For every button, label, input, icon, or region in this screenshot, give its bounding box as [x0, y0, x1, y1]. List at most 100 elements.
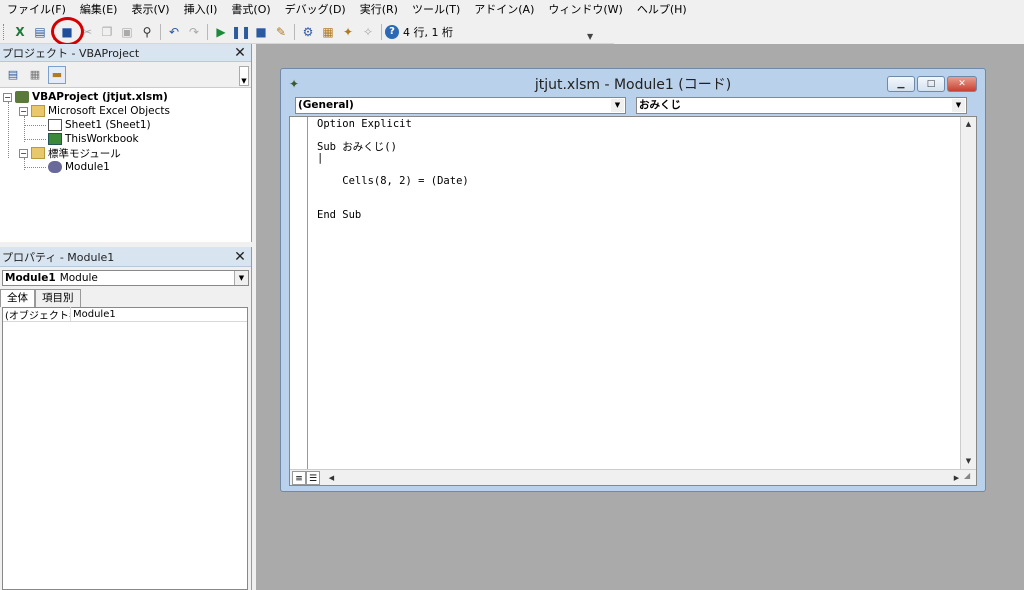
- object-selector-type: Module: [59, 272, 98, 284]
- tree-label-thisworkbook: ThisWorkbook: [65, 133, 139, 145]
- tab-categorized[interactable]: 項目別: [35, 289, 81, 307]
- code-window-titlebar[interactable]: ✦ jtjut.xlsm - Module1 (コード) ▁ □ ✕: [281, 69, 985, 99]
- toolbar-separator: [294, 23, 295, 40]
- undo-icon[interactable]: ↶: [164, 22, 184, 42]
- copy-icon[interactable]: ❐: [97, 22, 117, 42]
- code-selectors: (General) ▼ おみくじ ▼: [295, 97, 967, 114]
- minimize-icon[interactable]: ▁: [887, 76, 915, 92]
- code-window-title: jtjut.xlsm - Module1 (コード): [534, 77, 732, 93]
- scroll-right-icon[interactable]: ▶: [949, 471, 964, 486]
- object-combo[interactable]: (General) ▼: [295, 97, 626, 114]
- break-icon[interactable]: ❚❚: [231, 22, 251, 42]
- project-panel-title-text: プロジェクト - VBAProject: [2, 46, 140, 60]
- chevron-down-icon[interactable]: ▼: [611, 99, 624, 112]
- menu-debug[interactable]: デバッグ(D): [278, 0, 353, 20]
- menu-format[interactable]: 書式(O): [224, 0, 277, 20]
- vba-project-icon: [15, 91, 29, 103]
- find-icon[interactable]: ⚲: [137, 22, 157, 42]
- design-mode-icon[interactable]: ✎: [271, 22, 291, 42]
- insert-userform-icon[interactable]: ▤: [30, 22, 50, 42]
- procedure-view-icon[interactable]: ≡: [292, 470, 306, 485]
- toggle-folders-icon[interactable]: ▬: [48, 65, 66, 84]
- run-icon[interactable]: ▶: [211, 22, 231, 42]
- folder-icon: [31, 105, 45, 117]
- excel-view-icon[interactable]: X: [10, 22, 30, 42]
- menu-view[interactable]: 表示(V): [124, 0, 176, 20]
- object-selector-name: Module1: [5, 272, 56, 284]
- menu-bar: ファイル(F) 編集(E) 表示(V) 挿入(I) 書式(O) デバッグ(D) …: [0, 0, 1024, 20]
- toolbar-separator: [160, 23, 161, 40]
- menu-addins[interactable]: アドイン(A): [467, 0, 541, 20]
- code-window: ✦ jtjut.xlsm - Module1 (コード) ▁ □ ✕ (Gene…: [280, 68, 986, 492]
- collapse-icon[interactable]: −: [3, 92, 12, 102]
- collapse-icon[interactable]: −: [19, 148, 28, 158]
- window-controls: ▁ □ ✕: [887, 76, 977, 92]
- scroll-marker-icon[interactable]: ▼: [239, 66, 249, 86]
- property-value[interactable]: Module1: [71, 309, 116, 320]
- object-combo-value: (General): [298, 99, 354, 111]
- properties-grid: (オブジェクト名) Module1: [2, 307, 248, 590]
- tree-label-excel-objects: Microsoft Excel Objects: [48, 105, 170, 117]
- vertical-scrollbar[interactable]: ▲ ▼: [960, 117, 976, 469]
- code-editor[interactable]: Option Explicit Sub おみくじ() | Cells(8, 2)…: [289, 116, 977, 486]
- code-text[interactable]: Option Explicit Sub おみくじ() | Cells(8, 2)…: [317, 118, 469, 222]
- menu-edit[interactable]: 編集(E): [73, 0, 125, 20]
- procedure-combo-value: おみくじ: [639, 99, 681, 111]
- tree-item-sheet1[interactable]: Sheet1 (Sheet1): [48, 118, 151, 132]
- close-icon[interactable]: ✕: [231, 249, 249, 265]
- redo-icon[interactable]: ↷: [184, 22, 204, 42]
- collapse-icon[interactable]: −: [19, 106, 28, 116]
- project-tree: − VBAProject (jtjut.xlsm) − Microsoft Ex…: [0, 88, 251, 238]
- tree-item-excel-objects[interactable]: − Microsoft Excel Objects: [19, 104, 170, 118]
- folder-icon: [31, 147, 45, 159]
- project-explorer-icon[interactable]: ⚙: [298, 22, 318, 42]
- maximize-icon[interactable]: □: [917, 76, 945, 92]
- tree-item-vbaproject[interactable]: − VBAProject (jtjut.xlsm): [3, 90, 168, 104]
- full-module-view-icon[interactable]: ☰: [306, 470, 320, 485]
- menu-window[interactable]: ウィンドウ(W): [541, 0, 629, 20]
- margin-indicator-bar[interactable]: [290, 117, 308, 469]
- close-icon[interactable]: ✕: [231, 45, 249, 61]
- project-explorer-panel: プロジェクト - VBAProject ✕ ▤ ▦ ▬ ▼ − VBAProje…: [0, 44, 252, 242]
- help-icon[interactable]: ?: [385, 24, 399, 39]
- property-name: (オブジェクト名): [3, 307, 71, 322]
- view-code-icon[interactable]: ▤: [4, 66, 22, 84]
- toolbar-separator: [207, 23, 208, 40]
- tree-item-module1[interactable]: Module1: [48, 160, 110, 174]
- property-row[interactable]: (オブジェクト名) Module1: [3, 307, 247, 322]
- scroll-down-icon[interactable]: ▼: [961, 454, 976, 469]
- horizontal-scrollbar[interactable]: ◀ ▶: [324, 471, 964, 485]
- menu-tools[interactable]: ツール(T): [405, 0, 467, 20]
- module-icon: [48, 161, 62, 173]
- tree-item-modules[interactable]: − 標準モジュール: [19, 146, 121, 160]
- chevron-down-icon[interactable]: ▼: [234, 271, 248, 285]
- procedure-combo[interactable]: おみくじ ▼: [636, 97, 967, 114]
- tab-alphabetic[interactable]: 全体: [0, 289, 35, 307]
- cursor-position: 4 行, 1 桁: [403, 25, 453, 39]
- paste-icon[interactable]: ▣: [117, 22, 137, 42]
- toolbar-grip[interactable]: [3, 23, 6, 40]
- code-window-icon: ✦: [289, 77, 300, 91]
- tree-label-vbaproject: VBAProject (jtjut.xlsm): [32, 91, 168, 103]
- tree-label-modules: 標準モジュール: [48, 147, 121, 160]
- menu-help[interactable]: ヘルプ(H): [630, 0, 694, 20]
- scroll-up-icon[interactable]: ▲: [961, 117, 976, 132]
- toolbar-options-icon[interactable]: ▼: [587, 32, 593, 41]
- save-highlight-circle: [51, 17, 84, 46]
- reset-icon[interactable]: ■: [251, 22, 271, 42]
- worksheet-icon: [48, 119, 62, 131]
- standard-toolbar: X ▤ ■ ✂ ❐ ▣ ⚲ ↶ ↷ ▶ ❚❚ ■ ✎ ⚙ ▦ ✦ ✧ ? 4 行…: [0, 20, 614, 44]
- tree-item-thisworkbook[interactable]: ThisWorkbook: [48, 132, 139, 146]
- resize-grip-icon[interactable]: ◢: [964, 471, 976, 485]
- object-selector[interactable]: Module1 Module ▼: [2, 270, 249, 286]
- toolbox-icon[interactable]: ✧: [358, 22, 378, 42]
- view-object-icon[interactable]: ▦: [26, 66, 44, 84]
- menu-insert[interactable]: 挿入(I): [177, 0, 225, 20]
- menu-run[interactable]: 実行(R): [353, 0, 405, 20]
- close-icon[interactable]: ✕: [947, 76, 977, 92]
- properties-window-icon[interactable]: ▦: [318, 22, 338, 42]
- chevron-down-icon[interactable]: ▼: [952, 99, 965, 112]
- object-browser-icon[interactable]: ✦: [338, 22, 358, 42]
- scroll-left-icon[interactable]: ◀: [324, 471, 339, 486]
- properties-panel-title-text: プロパティ - Module1: [2, 250, 115, 264]
